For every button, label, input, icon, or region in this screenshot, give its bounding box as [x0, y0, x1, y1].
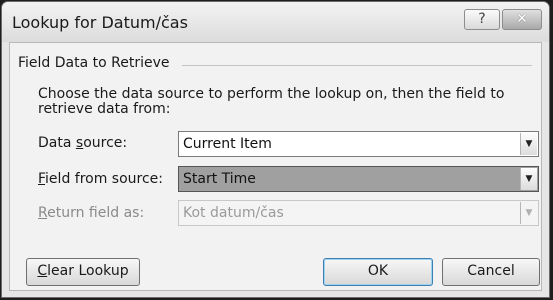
dialog-body: Field Data to Retrieve Choose the data s…: [9, 42, 542, 291]
field-from-source-select[interactable]: Start Time ▼: [178, 166, 539, 192]
title-bar[interactable]: Lookup for Datum/čas ? ✕: [2, 2, 549, 42]
return-field-as-value: Kot datum/čas: [183, 205, 284, 221]
group-description: Choose the data source to perform the lo…: [38, 86, 505, 117]
chevron-down-icon[interactable]: ▼: [520, 168, 537, 190]
return-field-as-label: Return field as:: [38, 205, 145, 221]
close-icon: ✕: [516, 11, 528, 27]
lookup-dialog: Lookup for Datum/čas ? ✕ Field Data to R…: [1, 1, 550, 298]
chevron-down-icon[interactable]: ▼: [520, 133, 537, 155]
chevron-down-icon: ▼: [520, 202, 537, 224]
help-button[interactable]: ?: [464, 9, 500, 30]
data-source-value: Current Item: [183, 136, 272, 152]
clear-lookup-button[interactable]: Clear Lookup: [26, 258, 140, 286]
field-from-source-label: Field from source:: [38, 171, 164, 187]
close-button[interactable]: ✕: [502, 9, 542, 30]
data-source-label: Data source:: [38, 135, 128, 151]
cancel-button[interactable]: Cancel: [442, 258, 540, 286]
data-source-select[interactable]: Current Item ▼: [178, 131, 539, 157]
field-from-source-value: Start Time: [183, 171, 256, 187]
help-icon: ?: [478, 11, 486, 27]
group-divider: [182, 65, 532, 66]
dialog-title: Lookup for Datum/čas: [12, 13, 188, 32]
group-legend: Field Data to Retrieve: [18, 55, 174, 71]
ok-button[interactable]: OK: [323, 258, 433, 286]
return-field-as-select[interactable]: Kot datum/čas ▼: [178, 200, 539, 226]
